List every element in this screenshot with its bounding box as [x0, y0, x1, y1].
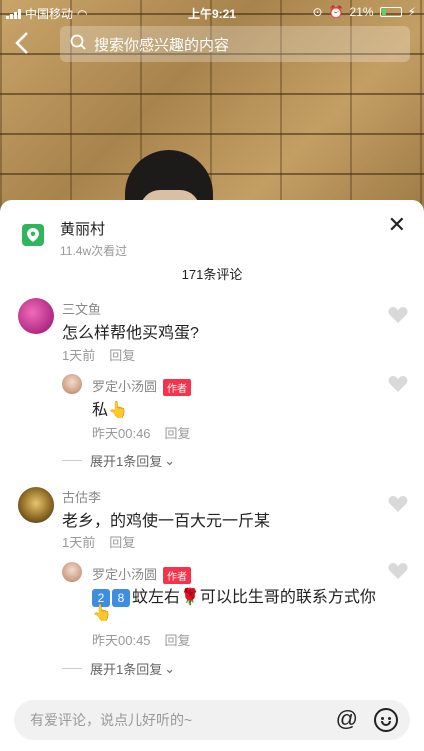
reply-meta: 昨天00:45 回复: [92, 630, 191, 649]
location-pin-icon: [22, 224, 44, 246]
reply-button[interactable]: 回复: [109, 348, 135, 363]
expand-replies-button[interactable]: 展开1条回复 ⌄: [62, 451, 175, 470]
search-icon: [70, 34, 86, 54]
chevron-left-icon: [15, 32, 28, 54]
comment-author[interactable]: 三文鱼: [62, 299, 101, 318]
avatar[interactable]: [18, 298, 54, 334]
reply-author-row: 罗定小汤圆 作者: [92, 376, 192, 397]
reply-button[interactable]: 回复: [165, 633, 191, 648]
reply-author-row: 罗定小汤圆 作者: [92, 564, 192, 585]
comment-text[interactable]: 老乡，的鸡使一百大元一斤某: [62, 507, 270, 531]
close-button[interactable]: ✕: [388, 212, 406, 238]
comment-meta: 1天前 回复: [62, 532, 135, 551]
battery-icon: [379, 7, 402, 17]
chevron-down-icon: ⌄: [164, 452, 176, 468]
location-header[interactable]: 黄丽村 11.4w次看过: [22, 218, 127, 259]
search-input[interactable]: 搜索你感兴趣的内容: [60, 26, 410, 62]
reply-text: 蚊左右🌹可以比生哥的联系方式你: [132, 589, 376, 606]
like-heart-icon[interactable]: [388, 495, 408, 513]
comment-time: 1天前: [62, 535, 96, 550]
smile-icon: [381, 721, 391, 726]
search-placeholder: 搜索你感兴趣的内容: [94, 36, 230, 54]
reply-text-line2[interactable]: 👆: [92, 603, 112, 623]
reply-avatar[interactable]: [62, 562, 82, 582]
expand-replies-label: 展开1条回复: [90, 454, 163, 469]
expand-replies-label: 展开1条回复: [90, 662, 163, 677]
reply-author[interactable]: 罗定小汤圆: [92, 567, 157, 582]
status-bar: 中国移动 ◠ 上午9:21 ⊙ ⏰ 21% ⚡: [0, 0, 424, 24]
alarm-icon: ⏰: [328, 5, 344, 19]
back-button[interactable]: [14, 30, 40, 58]
comment-meta: 1天前 回复: [62, 345, 135, 364]
reply-button[interactable]: 回复: [109, 535, 135, 550]
reply-avatar[interactable]: [62, 374, 82, 394]
like-heart-icon[interactable]: [388, 375, 408, 393]
avatar[interactable]: [18, 487, 54, 523]
top-bar: 搜索你感兴趣的内容: [0, 24, 424, 64]
emoji-button[interactable]: [374, 708, 398, 732]
reply-time: 昨天00:46: [92, 426, 151, 441]
author-badge: 作者: [163, 567, 192, 585]
comment-input[interactable]: [30, 708, 330, 732]
reply-meta: 昨天00:46 回复: [92, 423, 191, 442]
reply-text[interactable]: 私👆: [92, 396, 128, 420]
location-title: 黄丽村: [60, 221, 106, 238]
location-views: 11.4w次看过: [60, 244, 128, 258]
charging-icon: ⚡: [407, 5, 416, 19]
divider-line: [62, 460, 82, 461]
like-heart-icon[interactable]: [388, 562, 408, 580]
comment-count: 171条评论: [181, 267, 243, 282]
comment-input-bar: @: [14, 700, 410, 740]
reply-time: 昨天00:45: [92, 633, 151, 648]
keycap-digit: 8: [112, 588, 130, 607]
comment-author[interactable]: 古估李: [62, 487, 101, 506]
at-mention-button[interactable]: @: [336, 706, 358, 732]
author-badge: 作者: [163, 379, 192, 397]
rotation-lock-icon: ⊙: [312, 5, 323, 19]
comment-time: 1天前: [62, 348, 96, 363]
reply-author[interactable]: 罗定小汤圆: [92, 379, 157, 394]
comment-text[interactable]: 怎么样帮他买鸡蛋?: [62, 319, 199, 343]
reply-text-line[interactable]: 2 8 蚊左右🌹可以比生哥的联系方式你: [92, 583, 376, 607]
like-heart-icon[interactable]: [388, 306, 408, 324]
expand-replies-button[interactable]: 展开1条回复 ⌄: [62, 659, 175, 678]
divider-line: [62, 668, 82, 669]
chevron-down-icon: ⌄: [164, 660, 176, 676]
battery-percent: 21%: [349, 5, 374, 19]
reply-button[interactable]: 回复: [165, 426, 191, 441]
